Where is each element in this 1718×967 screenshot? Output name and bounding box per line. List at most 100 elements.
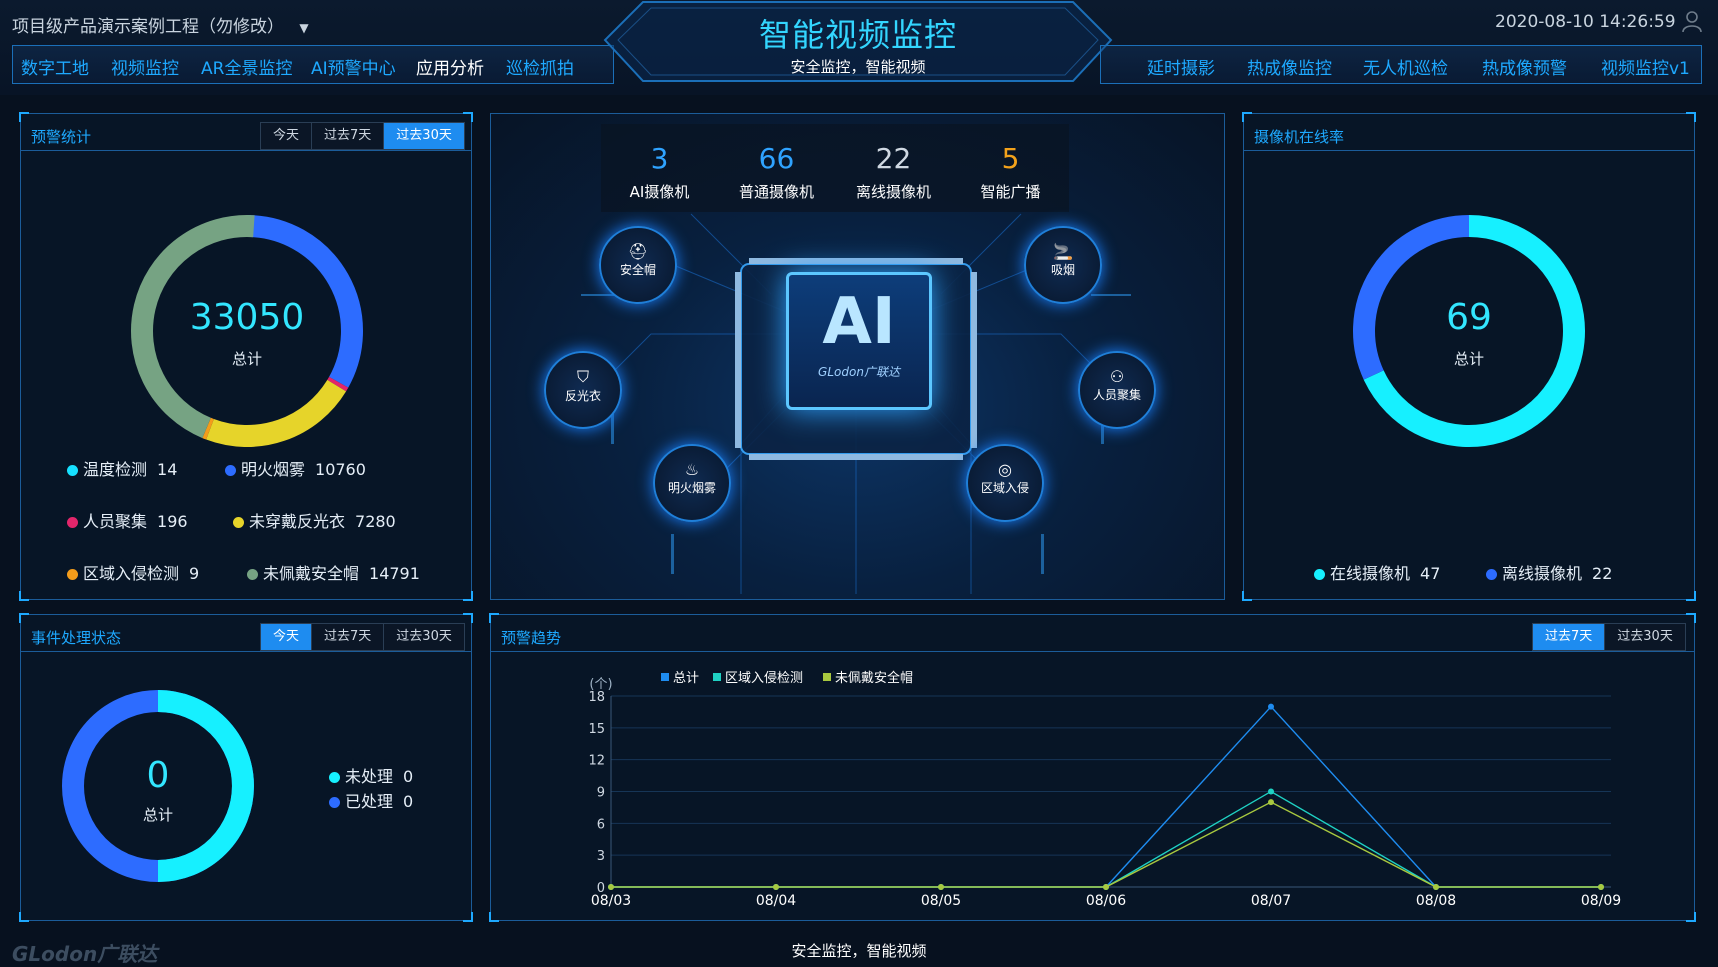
project-name: 项目级产品演示案例工程（勿修改）: [12, 17, 284, 37]
x-tick-label: 08/09: [1581, 893, 1621, 909]
nav-item[interactable]: 视频监控v1: [1601, 54, 1690, 79]
series-line: [611, 792, 1601, 888]
legend-dot: [225, 465, 236, 476]
legend-item: 人员聚集196: [67, 508, 188, 532]
project-selector[interactable]: 项目级产品演示案例工程（勿修改） ▼: [12, 12, 309, 37]
ai-node[interactable]: ⛑安全帽: [599, 226, 677, 304]
tab-trend[interactable]: 过去7天: [1533, 624, 1605, 650]
tab-alert_stats[interactable]: 今天: [261, 123, 312, 149]
nav-item[interactable]: 无人机巡检: [1363, 54, 1448, 79]
legend-dot: [1314, 569, 1325, 580]
x-tick-label: 08/08: [1416, 893, 1456, 909]
cigarette-icon: 🚬: [1026, 242, 1100, 261]
x-tick-label: 08/07: [1251, 893, 1291, 909]
legend-value: 47: [1420, 564, 1440, 583]
nav-item[interactable]: 延时摄影: [1147, 54, 1215, 79]
event-donut-center: 0 总计: [58, 755, 258, 825]
x-tick-label: 08/04: [756, 893, 796, 909]
camera-stats: 3 AI摄像机66 普通摄像机22 离线摄像机5 智能广播: [601, 124, 1069, 212]
data-point[interactable]: [1268, 799, 1274, 805]
camera-online-panel: 摄像机在线率 69 总计 在线摄像机47离线摄像机22: [1243, 113, 1695, 600]
data-point[interactable]: [1268, 704, 1274, 710]
legend-item: 未处理0: [329, 763, 413, 787]
legend-label: 未处理: [345, 767, 393, 786]
legend-label: 在线摄像机: [1330, 564, 1410, 583]
legend-swatch: [661, 673, 669, 681]
y-tick-label: 6: [597, 817, 605, 832]
legend-value: 14791: [369, 564, 420, 583]
nav-item[interactable]: AI预警中心: [311, 54, 396, 79]
nav-item[interactable]: 应用分析: [416, 54, 484, 79]
nav-item[interactable]: 热成像监控: [1247, 54, 1332, 79]
camera-stat-value: 3: [601, 142, 718, 175]
camera-stat-value: 5: [952, 142, 1069, 175]
camera-stat-label: 普通摄像机: [718, 181, 835, 202]
page-title: 智能视频监控: [603, 10, 1113, 56]
ai-node[interactable]: ♨明火烟雾: [653, 444, 731, 522]
nav-left: 数字工地视频监控 AR全景监控 AI预警中心应用分析巡检抓拍: [12, 45, 614, 84]
camera-stat: 22 离线摄像机: [835, 142, 952, 202]
data-point[interactable]: [1103, 884, 1109, 890]
donut-slice: [210, 386, 337, 436]
tab-event_status[interactable]: 今天: [261, 624, 312, 650]
ai-node[interactable]: 🚬吸烟: [1024, 226, 1102, 304]
ai-chip-text: AI: [789, 285, 929, 359]
nav-item[interactable]: 数字工地: [21, 54, 89, 79]
tab-alert_stats[interactable]: 过去7天: [312, 123, 384, 149]
tab-event_status[interactable]: 过去7天: [312, 624, 384, 650]
tab-event_status[interactable]: 过去30天: [384, 624, 464, 650]
ai-chip-brand: GLodon广联达: [789, 363, 929, 380]
event-status-panel: 事件处理状态 今天过去7天过去30天 0 总计 未处理0已处理0: [20, 614, 472, 921]
nav-item[interactable]: AR全景监控: [201, 54, 292, 79]
datetime: 2020-08-10 14:26:59: [1495, 12, 1676, 32]
data-point[interactable]: [1433, 884, 1439, 890]
tab-alert_stats[interactable]: 过去30天: [384, 123, 464, 149]
ai-node-label: 安全帽: [601, 261, 675, 278]
nav-item[interactable]: 巡检抓拍: [506, 54, 574, 79]
y-tick-label: 3: [597, 849, 605, 864]
nav-item[interactable]: 热成像预警: [1482, 54, 1567, 79]
user-icon[interactable]: [1680, 9, 1704, 33]
ai-node[interactable]: ⛉反光衣: [544, 351, 622, 429]
legend-label[interactable]: 未佩戴安全帽: [835, 670, 913, 686]
data-point[interactable]: [938, 884, 944, 890]
ai-node[interactable]: ◎区域入侵: [966, 444, 1044, 522]
camera-stat-value: 22: [835, 142, 952, 175]
event-status-tabs: 今天过去7天过去30天: [260, 623, 465, 651]
legend-label: 明火烟雾: [241, 460, 305, 479]
legend-swatch: [823, 673, 831, 681]
nav-item[interactable]: 视频监控: [111, 54, 179, 79]
legend-dot: [1486, 569, 1497, 580]
legend-dot: [67, 465, 78, 476]
x-tick-label: 08/03: [591, 893, 631, 909]
legend-swatch: [713, 673, 721, 681]
footer-subtitle: 安全监控，智能视频: [0, 940, 1718, 961]
tab-trend[interactable]: 过去30天: [1605, 624, 1685, 650]
crowd-icon: ⚇: [1080, 367, 1154, 386]
camera-stat: 3 AI摄像机: [601, 142, 718, 202]
legend-item: 未穿戴反光衣7280: [233, 508, 396, 532]
ai-node-label: 区域入侵: [968, 479, 1042, 496]
alert-total: 33050: [127, 297, 367, 338]
legend-label: 区域入侵检测: [83, 564, 179, 583]
camera-stat-label: 离线摄像机: [835, 181, 952, 202]
camera-stat-value: 66: [718, 142, 835, 175]
legend-value: 7280: [355, 512, 396, 531]
alert-stats-panel: 预警统计 今天过去7天过去30天 33050 总计 温度检测14明火烟雾1076…: [20, 113, 472, 600]
legend-label: 已处理: [345, 792, 393, 811]
legend-dot: [247, 569, 258, 580]
data-point[interactable]: [608, 884, 614, 890]
camera-stat-label: AI摄像机: [601, 181, 718, 202]
camera-stat-label: 智能广播: [952, 181, 1069, 202]
data-point[interactable]: [1268, 789, 1274, 795]
data-point[interactable]: [1598, 884, 1604, 890]
ai-node[interactable]: ⚇人员聚集: [1078, 351, 1156, 429]
legend-label[interactable]: 区域入侵检测: [725, 670, 803, 686]
legend-label[interactable]: 总计: [673, 671, 699, 686]
legend-value: 0: [403, 792, 413, 811]
legend-dot: [233, 517, 244, 528]
event-total-label: 总计: [58, 804, 258, 825]
series-line: [611, 802, 1601, 887]
intrusion-icon: ◎: [968, 460, 1042, 479]
data-point[interactable]: [773, 884, 779, 890]
